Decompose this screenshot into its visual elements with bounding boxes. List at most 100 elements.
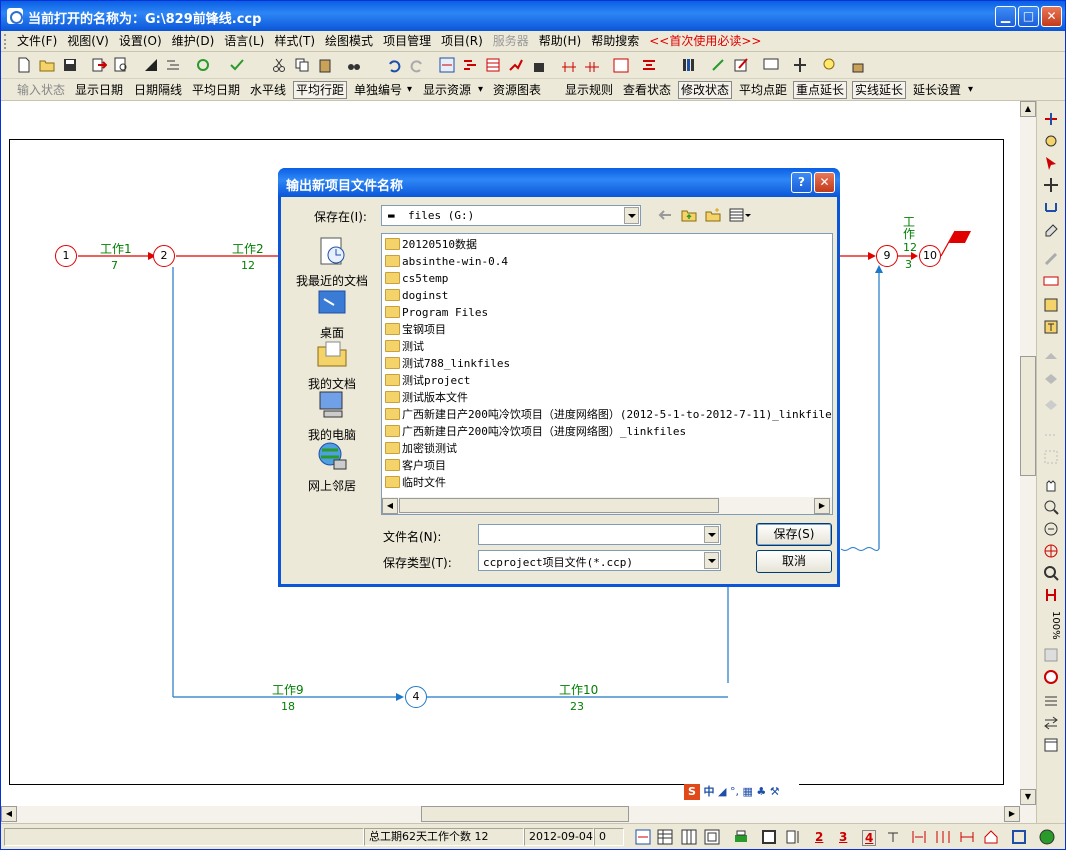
- export-icon[interactable]: [91, 57, 107, 73]
- paste-icon[interactable]: [317, 57, 333, 73]
- input-state-button[interactable]: 输入状态: [17, 80, 65, 100]
- up-folder-icon[interactable]: [681, 207, 697, 223]
- status-print-icon[interactable]: [733, 829, 749, 845]
- network-node[interactable]: 1: [55, 245, 77, 267]
- zoom-in-icon[interactable]: [1043, 499, 1059, 515]
- copy-icon[interactable]: [294, 57, 310, 73]
- file-list-scroll-thumb[interactable]: [399, 498, 719, 513]
- view-state-button[interactable]: 查看状态: [623, 80, 671, 100]
- file-list-item[interactable]: 测试788_linkfiles: [385, 355, 510, 372]
- new-folder-icon[interactable]: [705, 207, 721, 223]
- status-fullscreen-icon[interactable]: [1011, 829, 1027, 845]
- bookshelf-icon[interactable]: [681, 57, 697, 73]
- zoom-out-icon[interactable]: [1043, 521, 1059, 537]
- ime-symbols[interactable]: ◢ °, ▦ ♣ ⚒: [718, 785, 780, 798]
- menu-view[interactable]: 视图(V): [62, 31, 114, 52]
- edit-icon[interactable]: [733, 57, 749, 73]
- scroll-down-arrow[interactable]: ▼: [1020, 789, 1036, 805]
- ime-mode[interactable]: 中: [704, 785, 715, 798]
- maximize-button[interactable]: □: [1018, 6, 1039, 27]
- show-resources-dropdown[interactable]: 显示资源: [423, 80, 471, 100]
- horizontal-scrollbar[interactable]: ◀ ▶: [1, 806, 1036, 823]
- status-layout-icon[interactable]: [704, 829, 720, 845]
- unlock-icon[interactable]: [850, 57, 866, 73]
- place-network[interactable]: 网上邻居: [289, 440, 375, 494]
- file-list-item[interactable]: 客户项目: [385, 457, 446, 474]
- menu-help-search[interactable]: 帮助搜索: [586, 31, 644, 52]
- view-menu-icon[interactable]: [729, 207, 751, 223]
- edit-state-button[interactable]: 修改状态: [678, 81, 733, 99]
- cut-icon[interactable]: [271, 57, 287, 73]
- swap-icon[interactable]: [1043, 715, 1059, 731]
- status-globe-icon[interactable]: [1039, 829, 1055, 845]
- date-interval-button[interactable]: 日期隔线: [134, 80, 182, 100]
- menu-help[interactable]: 帮助(H): [534, 31, 586, 52]
- status-level-2[interactable]: 2: [815, 830, 823, 844]
- horizontal-line-button[interactable]: 水平线: [250, 80, 286, 100]
- fit-height-icon[interactable]: [1043, 587, 1059, 603]
- monitor-icon[interactable]: [763, 57, 779, 73]
- line-chart-icon[interactable]: [508, 57, 524, 73]
- triangle-tool-icon[interactable]: [143, 57, 159, 73]
- zoom-window-icon[interactable]: [1043, 565, 1059, 581]
- table-view-icon[interactable]: [485, 57, 501, 73]
- new-file-icon[interactable]: [16, 57, 32, 73]
- task-name[interactable]: 工作: [903, 216, 915, 240]
- status-spacing-icon[interactable]: [935, 829, 951, 845]
- check-icon[interactable]: [229, 57, 245, 73]
- list-icon[interactable]: [1043, 693, 1059, 709]
- dialog-title-bar[interactable]: 输出新项目文件名称 ? ✕: [278, 168, 840, 197]
- lightbulb-icon[interactable]: [821, 57, 837, 73]
- close-button[interactable]: ✕: [1041, 6, 1062, 27]
- dialog-close-button[interactable]: ✕: [814, 172, 835, 193]
- show-date-button[interactable]: 显示日期: [75, 80, 123, 100]
- file-list-item[interactable]: 广西新建日产200吨冷饮项目（进度网络图）_linkfiles: [385, 423, 686, 440]
- status-align-icon[interactable]: [911, 829, 927, 845]
- place-desktop[interactable]: 桌面: [289, 287, 375, 341]
- network-node[interactable]: 4: [405, 686, 427, 708]
- single-numbering-arrow[interactable]: ▾: [407, 80, 412, 100]
- text-tool-icon[interactable]: [1043, 319, 1059, 335]
- file-list-scroll-left[interactable]: ◀: [382, 498, 398, 514]
- zoom-fit-icon[interactable]: [1043, 543, 1059, 559]
- vertical-scroll-thumb[interactable]: [1020, 356, 1036, 476]
- resource-chart-button[interactable]: 资源图表: [493, 80, 541, 100]
- print-preview-icon[interactable]: [113, 57, 129, 73]
- ime-toolbar[interactable]: S 中 ◢ °, ▦ ♣ ⚒: [684, 783, 799, 801]
- place-my-documents[interactable]: 我的文档: [289, 338, 375, 392]
- file-list-item[interactable]: 宝钢项目: [385, 321, 446, 338]
- filename-dropdown-arrow[interactable]: [704, 526, 719, 543]
- app-icon[interactable]: [7, 8, 23, 24]
- task-name[interactable]: 工作9: [272, 681, 304, 698]
- extend-settings-dropdown[interactable]: 延长设置: [913, 80, 961, 100]
- clock-icon[interactable]: [1043, 669, 1059, 685]
- ime-logo[interactable]: S: [684, 784, 700, 800]
- file-list-item[interactable]: 测试project: [385, 372, 470, 389]
- file-list-scroll-right[interactable]: ▶: [814, 498, 830, 514]
- file-list-item[interactable]: 广西新建日产200吨冷饮项目（进度网络图）(2012-5-1-to-2012-7…: [385, 406, 832, 423]
- status-level-3[interactable]: 3: [839, 830, 847, 844]
- file-list-item[interactable]: doginst: [385, 287, 448, 304]
- menu-first-use[interactable]: <<首次使用必读>>: [644, 31, 766, 52]
- avg-row-spacing-button[interactable]: 平均行距: [293, 81, 348, 99]
- menu-language[interactable]: 语言(L): [219, 31, 269, 52]
- network-node[interactable]: 10: [919, 245, 941, 267]
- zoom-level[interactable]: 100%: [1050, 611, 1061, 640]
- menu-draw-mode[interactable]: 绘图模式: [320, 31, 378, 52]
- menubar-grip[interactable]: [4, 34, 12, 49]
- status-text-icon[interactable]: [885, 829, 901, 845]
- show-rules-button[interactable]: 显示规则: [565, 80, 613, 100]
- task-name[interactable]: 工作10: [559, 681, 598, 698]
- file-list-item[interactable]: 测试: [385, 338, 424, 355]
- scroll-up-arrow[interactable]: ▲: [1020, 101, 1036, 117]
- status-split-icon[interactable]: [785, 829, 801, 845]
- align-icon[interactable]: [641, 57, 657, 73]
- gantt-icon[interactable]: [462, 57, 478, 73]
- place-recent[interactable]: 我最近的文档: [289, 235, 375, 289]
- save-in-dropdown-arrow[interactable]: [624, 207, 639, 224]
- avg-point-spacing-button[interactable]: 平均点距: [739, 80, 787, 100]
- show-resources-arrow[interactable]: ▾: [478, 80, 483, 100]
- menu-settings[interactable]: 设置(O): [114, 31, 167, 52]
- tools-icon[interactable]: [710, 57, 726, 73]
- dialog-help-button[interactable]: ?: [791, 172, 812, 193]
